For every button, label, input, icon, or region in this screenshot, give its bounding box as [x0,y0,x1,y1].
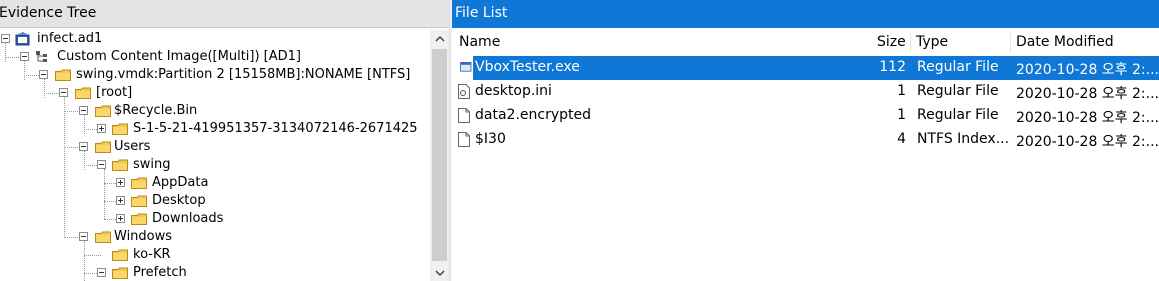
tree-node-label: Custom Content Image([Multi]) [AD1] [57,49,301,64]
tree-node[interactable]: Desktop [0,192,430,210]
tree-node-label: Users [114,139,151,154]
column-header-name[interactable]: Name [459,34,500,50]
tree-node-label: swing [133,157,171,172]
file-size: 4 [897,131,906,147]
file-name: desktop.ini [475,83,552,99]
folder-icon [112,249,128,261]
collapse-toggle-icon[interactable] [39,70,48,79]
file-size: 1 [897,83,906,99]
expand-toggle-icon[interactable] [97,124,106,133]
collapse-toggle-icon[interactable] [79,232,88,241]
tree-node[interactable]: $Recycle.Bin [0,102,430,120]
column-divider[interactable] [1010,33,1011,53]
folder-icon [131,177,147,189]
file-date-modified: 2020-10-28 오후 2:... [1016,86,1159,102]
tree-node[interactable]: Prefetch [0,264,430,281]
file-icon [458,108,470,123]
file-type: Regular File [917,83,999,99]
exe-icon [460,62,472,72]
file-list-title: File List [455,5,508,21]
expand-toggle-icon[interactable] [116,196,125,205]
file-list-column-headers: Name Size Type Date Modified [452,31,1159,55]
evidence-icon [15,32,30,46]
file-date-modified: 2020-10-28 오후 2:... [1016,110,1159,126]
column-header-type[interactable]: Type [916,34,948,50]
file-name: data2.encrypted [475,107,591,123]
collapse-toggle-icon[interactable] [79,106,88,115]
folder-icon [95,231,111,243]
file-type: Regular File [917,59,999,75]
file-row[interactable]: desktop.ini 1 Regular File 2020-10-28 오후… [452,80,1159,104]
folder-icon [112,123,128,135]
folder-icon [95,105,111,117]
tree-node[interactable]: ko-KR [0,246,430,264]
collapse-toggle-icon[interactable] [1,34,10,43]
expand-toggle-icon[interactable] [116,178,125,187]
column-header-size[interactable]: Size [877,34,906,50]
collapse-toggle-icon[interactable] [20,52,29,61]
tree-node[interactable]: swing.vmdk:Partition 2 [15158MB]:NONAME … [0,66,430,84]
tree-node[interactable]: Downloads [0,210,430,228]
evidence-tree-title: Evidence Tree [0,5,97,21]
collapse-toggle-icon[interactable] [79,142,88,151]
tree-node[interactable]: Windows [0,228,430,246]
evidence-tree: infect.ad1 Custom Content Image([Multi])… [0,30,430,281]
folder-icon [131,213,147,225]
tree-node[interactable]: Users [0,138,430,156]
tree-node-label: swing.vmdk:Partition 2 [15158MB]:NONAME … [76,67,411,82]
tree-node-label: ko-KR [133,247,171,262]
tree-node-label: Prefetch [133,265,187,280]
file-date-modified: 2020-10-28 오후 2:... [1016,134,1159,150]
scroll-down-icon[interactable] [430,264,449,281]
evidence-tree-header: Evidence Tree [0,0,449,28]
file-icon [458,132,470,147]
tree-node[interactable]: infect.ad1 [0,30,430,48]
file-date-modified: 2020-10-28 오후 2:... [1016,62,1159,78]
folder-icon [112,267,128,279]
tree-vertical-scrollbar[interactable] [430,30,449,281]
folder-icon [75,87,91,99]
file-row[interactable]: VboxTester.exe 112 Regular File 2020-10-… [452,56,1159,80]
file-type: NTFS Index... [917,131,1009,147]
tree-node[interactable]: swing [0,156,430,174]
tree-node-label: Downloads [152,211,224,226]
file-row[interactable]: $I30 4 NTFS Index... 2020-10-28 오후 2:... [452,128,1159,152]
file-size: 1 [897,107,906,123]
column-header-date-modified[interactable]: Date Modified [1016,34,1114,50]
file-list-header: File List [452,0,1159,28]
folder-icon [112,159,128,171]
tree-node[interactable]: Custom Content Image([Multi]) [AD1] [0,48,430,66]
tree-node-label: $Recycle.Bin [114,103,198,118]
file-name: $I30 [475,131,506,147]
column-divider[interactable] [910,33,911,53]
image-tree-icon [36,51,47,62]
folder-icon [95,141,111,153]
tree-node-label: AppData [152,175,209,190]
tree-node-label: Desktop [152,193,206,208]
tree-node-label: Windows [114,229,173,244]
tree-node-label: [root] [96,85,133,100]
file-type: Regular File [917,107,999,123]
expand-toggle-icon[interactable] [116,214,125,223]
folder-icon [55,69,71,81]
folder-icon [131,195,147,207]
file-row[interactable]: data2.encrypted 1 Regular File 2020-10-2… [452,104,1159,128]
evidence-tree-pane: Evidence Tree infect.ad1 Custom Content … [0,0,449,281]
file-size: 112 [879,59,906,75]
settings-file-icon [458,84,470,99]
collapse-toggle-icon[interactable] [59,88,68,97]
file-name: VboxTester.exe [475,59,580,75]
tree-node[interactable]: AppData [0,174,430,192]
scroll-up-icon[interactable] [430,30,449,47]
tree-node[interactable]: S-1-5-21-419951357-3134072146-2671425 [0,120,430,138]
collapse-toggle-icon[interactable] [97,268,106,277]
tree-node-label: infect.ad1 [37,31,103,46]
collapse-toggle-icon[interactable] [97,160,106,169]
file-list-pane: File List Name Size Type Date Modified V… [452,0,1159,281]
tree-node[interactable]: [root] [0,84,430,102]
tree-node-label: S-1-5-21-419951357-3134072146-2671425 [133,121,418,136]
scrollbar-thumb[interactable] [432,49,447,261]
